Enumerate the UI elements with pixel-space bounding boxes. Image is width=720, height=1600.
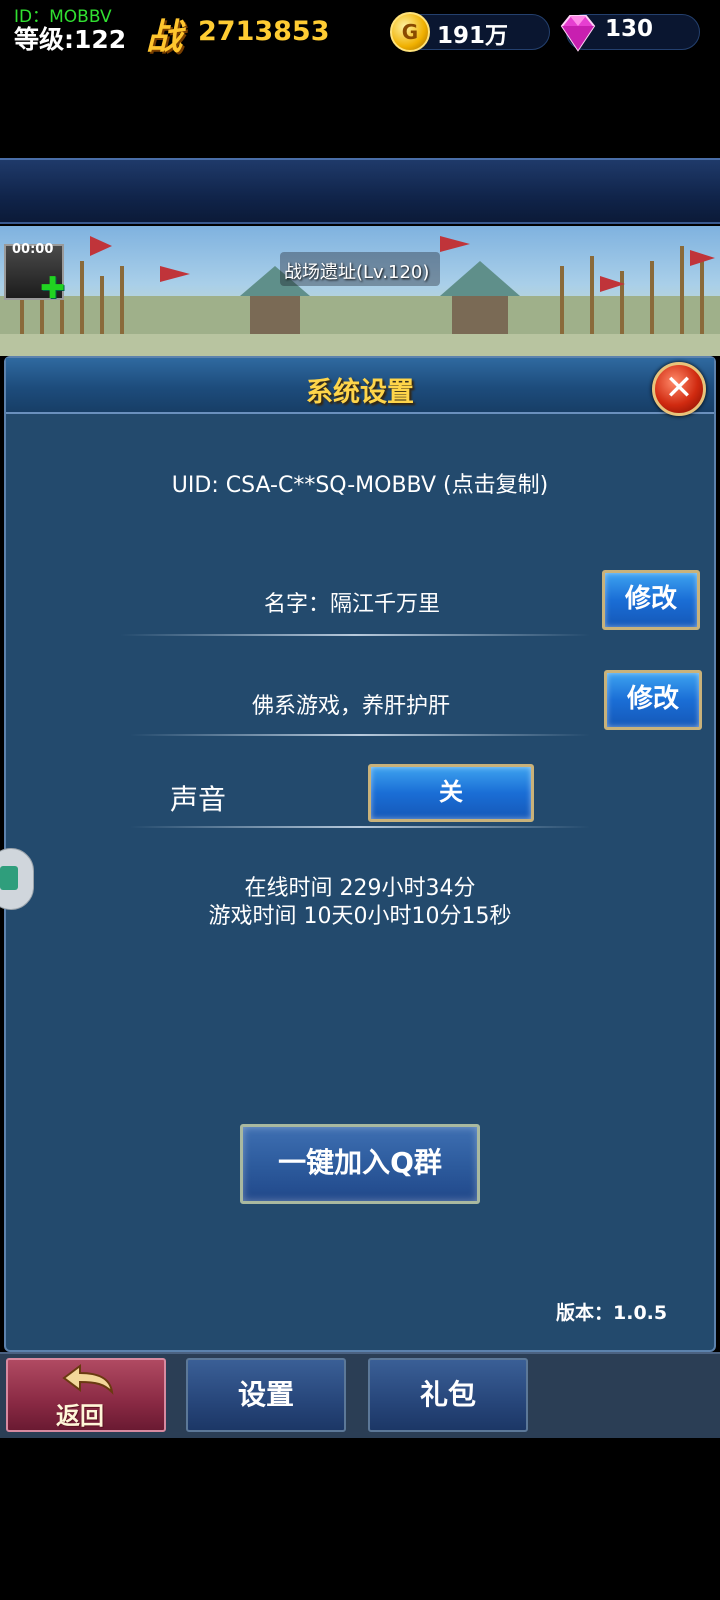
battle-power-icon: 战 — [146, 17, 183, 58]
gem-amount: 130 — [605, 16, 654, 42]
panel-title: 系统设置 — [306, 377, 414, 408]
nav-gift-button[interactable]: 礼包 — [368, 1358, 528, 1432]
battle-power-value: 2713853 — [198, 16, 330, 47]
gold-coin-icon: G — [390, 12, 430, 52]
location-name: 战场遗址(Lv.120) — [284, 262, 430, 283]
close-button[interactable]: ✕ — [652, 362, 706, 416]
add-buff-icon[interactable]: ✚ — [40, 274, 65, 304]
uid-copy-text[interactable]: UID: CSA-C**SQ-MOBBV (点击复制) — [0, 467, 720, 499]
game-time: 游戏时间 10天0小时10分15秒 — [208, 904, 512, 929]
player-name-label: 名字：隔江千万里 — [264, 592, 441, 617]
sound-label: 声音 — [170, 783, 227, 816]
diamond-icon — [560, 15, 596, 52]
book-icon — [0, 866, 18, 890]
signature-text: 佛系游戏，养肝护肝 — [252, 694, 451, 719]
divider — [130, 734, 590, 736]
back-arrow-icon — [62, 1364, 114, 1395]
sound-toggle-button[interactable]: 关 — [368, 764, 534, 822]
divider — [120, 634, 590, 636]
battlefield-scene — [0, 226, 720, 356]
join-qq-group-button[interactable]: 一键加入Q群 — [240, 1124, 480, 1204]
back-label: 返回 — [56, 1402, 104, 1430]
edit-signature-button[interactable]: 修改 — [604, 670, 702, 730]
version-label: 版本：1.0.5 — [556, 1302, 668, 1324]
nav-settings-button[interactable]: 设置 — [186, 1358, 346, 1432]
buff-timer: 00:00 — [12, 242, 54, 257]
gold-amount: 191万 — [437, 23, 509, 49]
edit-name-button[interactable]: 修改 — [602, 570, 700, 630]
player-level: 等级:122 — [14, 25, 127, 54]
scene-illustration — [0, 236, 720, 356]
divider — [130, 826, 590, 828]
top-status-bar — [0, 158, 720, 224]
